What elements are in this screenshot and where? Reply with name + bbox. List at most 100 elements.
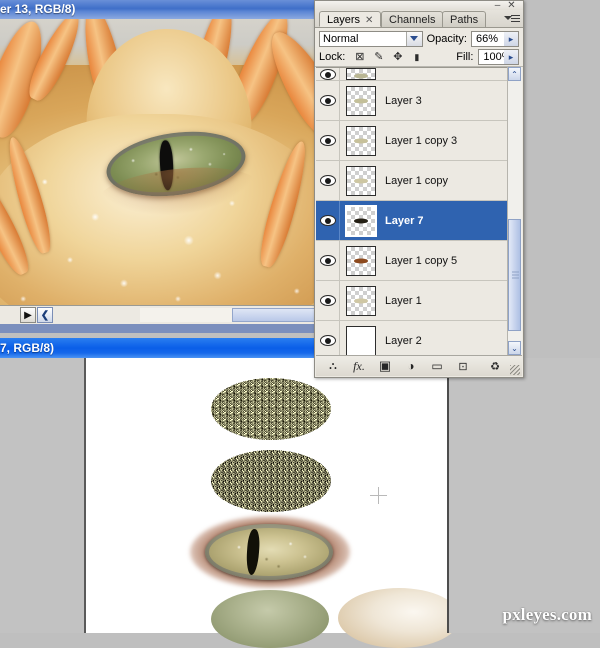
tab-paths[interactable]: Paths [442,11,487,27]
scroll-up-icon[interactable]: ⌃ [508,67,521,81]
opacity-value: 66% [475,32,499,45]
green-gradient-ellipse [211,590,329,648]
panel-tab-row[interactable]: Layers ✕ Channels Paths [315,10,523,28]
lock-fill-row[interactable]: Lock: ⊠ ✎ ✥ ▮ Fill: 100% ▸ [315,47,523,67]
layer-thumbnail[interactable] [346,125,376,156]
doc1-statusbar[interactable]: ▶ ❮ [0,305,320,324]
layer-style-fx-icon[interactable]: fx. [346,357,372,376]
eye-icon [319,215,336,226]
doc1-titlebar[interactable]: er 13, RGB/8) [0,0,320,19]
table-row[interactable]: Layer 3 [316,81,511,121]
layer-thumb-blob [354,298,368,303]
chevron-left-icon[interactable]: ❮ [37,307,53,323]
layer-name: Layer 1 copy 5 [385,254,458,267]
layer-name: Layer 1 [385,294,422,307]
noise-ellipse-top [211,378,331,440]
blend-opacity-row[interactable]: Normal Opacity: 66% ▸ [315,28,523,47]
lock-position-icon[interactable]: ✥ [391,51,404,64]
layer-visibility-toggle[interactable] [316,241,340,280]
layer-name: Layer 2 [385,334,422,347]
layer-visibility-toggle[interactable] [316,81,340,120]
layer-name: Layer 3 [385,94,422,107]
add-layer-mask-icon[interactable]: ▣ [372,357,398,376]
eye-icon [319,255,336,266]
opacity-label: Opacity: [426,32,467,45]
list-item[interactable] [316,68,511,81]
noise-ellipse-second [211,450,331,512]
eye-icon [319,335,336,346]
layer-thumbnail[interactable] [346,285,376,316]
layers-vertical-scrollbar[interactable]: ⌃ ⌄ [507,67,522,355]
scrollbar-thumb[interactable] [508,219,521,331]
close-icon[interactable]: ✕ [365,15,373,26]
opacity-input[interactable]: 66% ▸ [470,30,519,47]
opacity-stepper-icon[interactable]: ▸ [504,31,518,46]
table-row-selected[interactable]: Layer 7 [316,201,511,241]
doc2-left-gray-area [0,358,84,633]
resize-grip-icon[interactable] [510,365,520,375]
layer-thumbnail[interactable] [346,68,376,80]
doc2-title-text: 7, RGB/8) [0,341,55,355]
layer-thumbnail[interactable] [345,204,377,237]
lock-all-icon[interactable]: ▮ [410,51,423,64]
new-layer-icon[interactable]: ⊡ [450,357,476,376]
layers-panel-footer[interactable]: ⛬ fx. ▣ ◑ ▭ ⊡ ♻ [316,355,522,376]
layers-list[interactable]: Layer 3 Layer 1 copy 3 Layer 1 copy Laye… [316,67,511,356]
table-row[interactable]: Layer 1 copy [316,161,511,201]
eye-icon [319,175,336,186]
layer-thumb-blob [354,178,368,183]
document-window-eye-steps[interactable]: 7, RGB/8) [0,333,600,648]
brush-crosshair-cursor-icon [370,487,387,504]
table-row[interactable]: Layer 1 copy 3 [316,121,511,161]
layer-thumbnail[interactable] [346,245,376,276]
tab-layers-label: Layers [327,14,361,26]
eye-icon [319,295,336,306]
panel-menu-icon[interactable] [504,12,520,25]
table-row[interactable]: Layer 1 [316,281,511,321]
tab-layers[interactable]: Layers ✕ [319,11,382,27]
lock-label: Lock: [319,51,346,63]
doc1-hscroll-thumb[interactable] [232,308,315,322]
panel-window-header: – ✕ [315,1,523,11]
eye-icon [319,95,336,106]
layer-visibility-toggle[interactable] [316,161,340,200]
layer-visibility-toggle[interactable] [316,281,340,320]
eye-icon [319,68,336,80]
document-window-gecko[interactable]: er 13, RGB/8) ▶ ❮ [0,0,320,333]
layers-panel[interactable]: – ✕ Layers ✕ Channels Paths Normal Opacit… [314,0,524,378]
doc2-canvas[interactable] [84,358,460,648]
layer-thumb-blob [354,73,368,79]
new-adjustment-layer-icon[interactable]: ◑ [398,357,424,376]
table-row[interactable]: Layer 2 [316,321,511,356]
table-row[interactable]: Layer 1 copy 5 [316,241,511,281]
layer-thumbnail[interactable] [346,165,376,196]
lock-image-pixels-icon[interactable]: ✎ [372,51,385,64]
doc1-horizontal-scrollbar[interactable] [140,308,315,322]
layer-thumb-blob [354,138,368,143]
layer-thumbnail[interactable] [346,325,376,356]
layer-thumb-blob [354,218,368,223]
doc1-title-text: er 13, RGB/8) [0,2,76,16]
fill-stepper-icon[interactable]: ▸ [504,50,518,64]
layer-thumbnail[interactable] [346,85,376,116]
cream-gradient-ellipse [338,588,460,648]
fill-input[interactable]: 100% ▸ [478,49,519,65]
blend-mode-value: Normal [323,32,359,45]
tab-channels[interactable]: Channels [381,11,444,27]
new-group-icon[interactable]: ▭ [424,357,450,376]
chevron-down-icon[interactable] [405,31,422,46]
doc2-right-gray-area [447,358,600,633]
layer-visibility-toggle[interactable] [316,201,340,240]
play-triangle-icon[interactable]: ▶ [20,307,36,323]
doc1-canvas[interactable] [0,19,320,305]
delete-layer-icon[interactable]: ♻ [482,357,508,376]
scroll-down-icon[interactable]: ⌄ [508,341,521,355]
layer-visibility-toggle[interactable] [316,321,340,356]
blend-mode-select[interactable]: Normal [319,30,423,47]
layer-name: Layer 7 [385,214,424,227]
layer-visibility-toggle[interactable] [316,121,340,160]
layer-thumb-blob [354,98,368,103]
link-layers-icon[interactable]: ⛬ [320,357,346,376]
lock-transparent-pixels-icon[interactable]: ⊠ [353,51,366,64]
layer-visibility-toggle[interactable] [316,68,340,80]
